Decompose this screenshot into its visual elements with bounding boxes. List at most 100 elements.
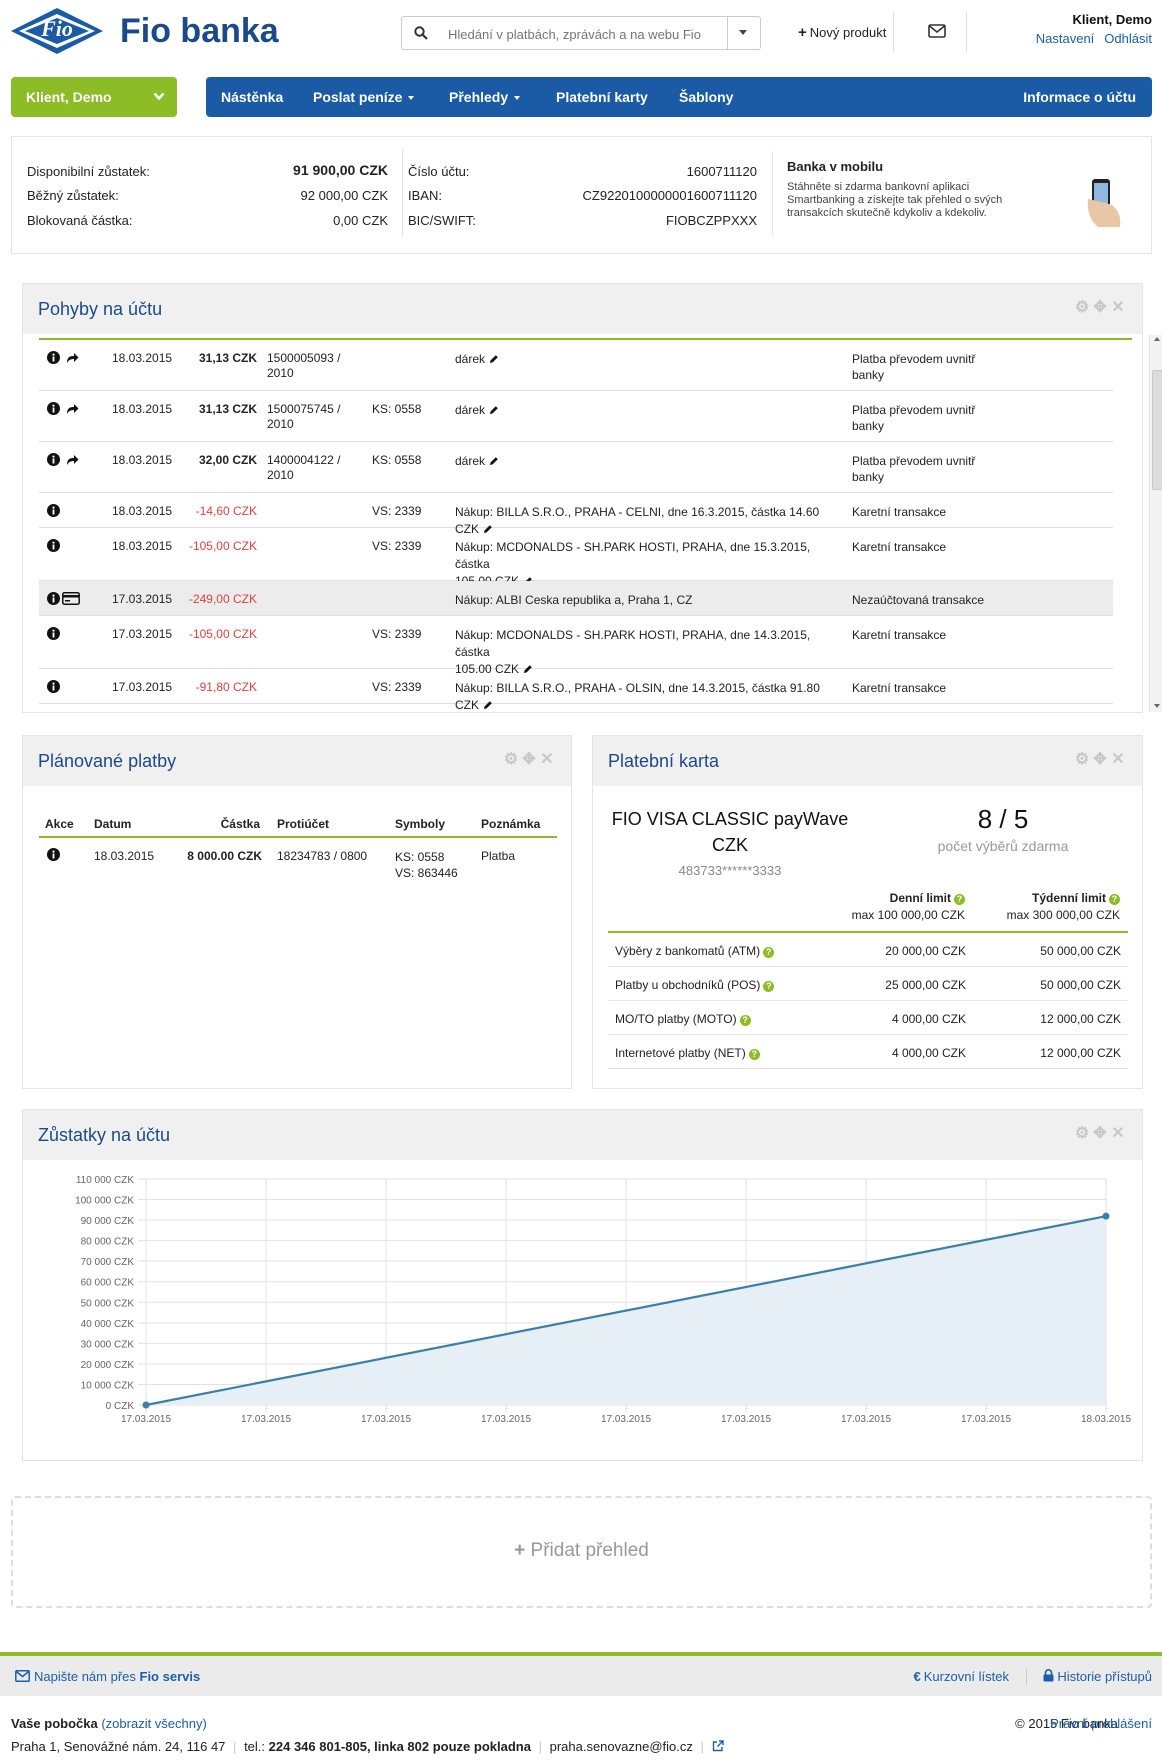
footer-bar: Napište nám přes Fio servis € Kurzovní lí… [0,1656,1162,1696]
forward-arrow-icon[interactable] [66,454,79,466]
table-row[interactable]: 17.03.2015 -91,80 CZK VS: 2339 Nákup: BILLA… [39,669,1113,712]
tx-account-line: 2010 [267,417,294,431]
tx-account-line: 1400004122 / [267,453,341,467]
edit-icon[interactable] [489,405,499,415]
info-icon[interactable] [47,680,60,693]
help-icon[interactable]: ? [1109,894,1120,905]
table-row[interactable]: 17.03.2015 -105,00 CZK VS: 2339 Nákup: MCDO… [39,616,1113,676]
access-history-link[interactable]: Historie přístupů [1043,1669,1152,1684]
info-icon[interactable] [47,848,60,861]
exchange-rates-link[interactable]: € Kurzovní lístek [914,1669,1010,1684]
edit-icon[interactable] [489,354,499,364]
close-icon[interactable]: ✕ [1110,752,1126,768]
move-icon[interactable]: ✥ [1092,752,1108,768]
nav-item-dashboard[interactable]: Nástěnka [221,89,283,105]
info-icon[interactable] [47,592,60,605]
external-link-icon[interactable] [712,1740,724,1752]
search-icon[interactable] [414,26,428,40]
table-row[interactable]: 18.03.2015 31,13 CZK 1500005093 /2010 dárek… [39,340,1113,391]
table-row[interactable]: 17.03.2015 -249,00 CZK Nákup: ALBI Ceska r… [39,581,1113,616]
forward-arrow-icon[interactable] [66,403,79,415]
tx-account-line: 2010 [267,468,294,482]
gear-icon[interactable]: ⚙ [503,752,519,768]
divider [1026,1668,1027,1685]
fio-servis-link[interactable]: Fio servis [140,1669,201,1684]
close-icon[interactable]: ✕ [539,752,555,768]
info-icon[interactable] [47,627,60,640]
help-icon[interactable]: ? [748,1049,760,1060]
tx-message-text: Nákup: ALBI Ceska republika a, Praha 1, … [455,593,693,607]
access-history[interactable]: Historie přístupů [1043,1669,1152,1684]
table-row[interactable]: 18.03.2015 -14,60 CZK VS: 2339 Nákup: BILLA… [39,493,1113,536]
table-row[interactable]: Internetové platby (NET)? 4 000,00 CZK 12 … [608,1035,1128,1069]
help-icon[interactable]: ? [739,1015,751,1026]
credit-card-icon[interactable] [62,592,80,605]
divider: | [233,1739,237,1754]
legal-link[interactable]: Právní prohlášení [1050,1716,1152,1731]
exchange-rates[interactable]: € Kurzovní lístek [914,1669,1010,1684]
panel-title[interactable]: Plánované platby [38,751,176,772]
table-row[interactable]: 18.03.2015 32,00 CZK 1400004122 /2010 KS: 0… [39,442,1113,493]
info-icon[interactable] [47,402,60,415]
info-icon[interactable] [47,504,60,517]
table-row[interactable]: Platby u obchodníků (POS)? 25 000,00 CZK 5… [608,967,1128,1001]
table-row[interactable]: 18.03.2015 8 000.00 CZK 18234783 / 0800 … [39,840,557,900]
nav-item-templates[interactable]: Šablony [679,89,733,105]
edit-icon[interactable] [483,700,493,710]
mobile-text-line: Stáhněte si zdarma bankovní aplikaci [787,181,970,193]
card-name[interactable]: FIO VISA CLASSIC payWave CZK [593,806,867,858]
mobile-title[interactable]: Banka v mobilu [787,159,883,174]
x-tick-label: 17.03.2015 [361,1414,411,1425]
write-us-text[interactable]: Napište nám přes Fio servis [34,1669,200,1684]
tx-message-text: dárek [455,454,486,468]
bic-value: FIOBCZPPXXX [665,213,757,228]
help-icon[interactable]: ? [763,947,775,958]
gear-icon[interactable]: ⚙ [1074,752,1090,768]
settings-link[interactable]: Nastavení [1036,31,1095,46]
panel-title[interactable]: Platební karta [608,751,719,772]
info-icon[interactable] [47,351,60,364]
weekly-limit-label: Týdenní limit [1031,891,1106,905]
smartphone-icon[interactable] [1082,177,1124,229]
balance-chart[interactable]: 110 000 CZK 100 000 CZK 90 000 CZK 80 000 C… [23,1110,1144,1460]
mail-icon[interactable] [928,24,946,38]
scroll-down-icon[interactable] [1154,704,1160,708]
close-icon[interactable]: ✕ [1110,300,1126,316]
help-icon[interactable]: ? [763,981,775,992]
table-row[interactable]: 18.03.2015 -105,00 CZK VS: 2339 Nákup: MCDO… [39,528,1113,588]
scroll-up-icon[interactable] [1154,337,1160,341]
scrollbar-thumb[interactable] [1152,370,1162,490]
nav-item-account-info[interactable]: Informace o účtu [1023,89,1136,105]
branch-email[interactable]: praha.senovazne@fio.cz [550,1739,693,1754]
table-row[interactable]: Výběry z bankomatů (ATM)? 20 000,00 CZK 50… [608,933,1128,967]
nav-item-send-money[interactable]: Poslat peníze [313,89,415,105]
client-select-button[interactable]: Klient, Demo [11,77,177,117]
gear-icon[interactable]: ⚙ [1074,300,1090,316]
info-icon[interactable] [47,453,60,466]
search-input[interactable] [448,24,720,44]
table-row[interactable]: 18.03.2015 31,13 CZK 1500075745 /2010 KS: 0… [39,391,1113,442]
edit-icon[interactable] [489,456,499,466]
branch-show-all-link[interactable]: (zobrazit všechny) [101,1716,206,1731]
move-icon[interactable]: ✥ [521,752,537,768]
tx-account-line: 1500075745 / [267,402,341,416]
x-tick-label: 17.03.2015 [841,1414,891,1425]
daily-limit-label: Denní limit [889,891,951,905]
nav-item-payment-cards[interactable]: Platební karty [556,89,648,105]
forward-arrow-icon[interactable] [66,352,79,364]
bic-label: BIC/SWIFT: [408,213,476,228]
new-product-button[interactable]: + Nový produkt [798,24,886,41]
help-icon[interactable]: ? [954,894,965,905]
logout-link[interactable]: Odhlásit [1104,31,1152,46]
move-icon[interactable]: ✥ [1092,300,1108,316]
search-dropdown-button[interactable] [727,17,760,49]
brand-name[interactable]: Fio banka [120,12,279,51]
table-row[interactable]: MO/TO platby (MOTO)? 4 000,00 CZK 12 000,0… [608,1001,1128,1035]
scrollbar[interactable] [1149,335,1162,712]
add-overview-area[interactable]: + Přidat přehled [11,1496,1152,1608]
panel-title[interactable]: Pohyby na účtu [38,299,162,320]
info-icon[interactable] [47,539,60,552]
available-label: Disponibilní zůstatek: [27,164,150,179]
caret-down-icon [408,96,415,101]
nav-item-overviews[interactable]: Přehledy [449,89,521,105]
